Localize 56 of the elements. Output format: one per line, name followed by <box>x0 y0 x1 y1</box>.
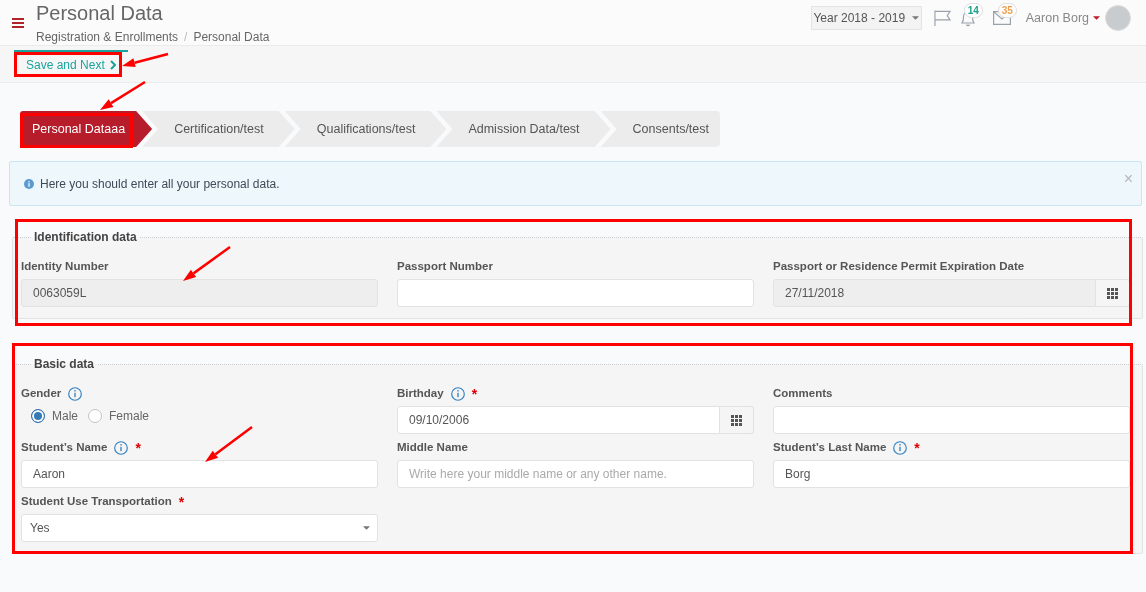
avatar-placeholder[interactable] <box>1105 5 1131 31</box>
field-label: Middle Name <box>397 440 468 456</box>
wizard-step[interactable]: Consents/test <box>600 111 721 147</box>
date-input[interactable]: 09/10/2006 <box>397 406 720 434</box>
flag-icon[interactable] <box>933 10 951 26</box>
calendar-button[interactable] <box>1096 279 1130 307</box>
calendar-icon <box>1107 287 1118 299</box>
message-badge: 35 <box>997 3 1017 18</box>
calendar-button[interactable] <box>720 406 754 434</box>
text-input[interactable]: Aaron <box>21 460 378 488</box>
field-label: Identity Number <box>21 259 109 275</box>
field-label: Comments <box>773 386 833 402</box>
field-label: Passport Number <box>397 259 493 275</box>
required-mark: * <box>178 495 185 509</box>
radio-button[interactable] <box>88 409 102 423</box>
pointer-arrow <box>205 426 253 462</box>
year-dropdown[interactable]: Year 2018 - 2019 <box>810 6 922 30</box>
wizard-step[interactable]: Certification/test <box>142 111 295 147</box>
required-mark: * <box>471 387 478 401</box>
section-legend: Basic data <box>31 355 98 373</box>
field-label: Gender <box>21 386 62 402</box>
field-label: Student’s Name <box>21 440 108 456</box>
wizard-step[interactable]: Admission Data/test <box>436 111 611 147</box>
field-label: Passport or Residence Permit Expiration Date <box>773 259 1025 275</box>
field-label: Birthday <box>397 386 444 402</box>
field-label: Student Use Transportation <box>21 494 172 510</box>
text-input[interactable] <box>397 279 754 307</box>
user-menu[interactable]: Aaron Borg <box>1025 8 1100 28</box>
text-input[interactable]: Write here your middle name or any other name. <box>397 460 754 488</box>
alert-message: Here you should enter all your personal data. <box>40 175 280 193</box>
calendar-icon <box>731 414 742 426</box>
wizard-step[interactable]: Qualifications/test <box>284 111 447 147</box>
select-field[interactable]: Yes <box>21 514 378 542</box>
text-input[interactable]: Borg <box>773 460 1130 488</box>
radio-button[interactable] <box>31 409 45 423</box>
required-mark: * <box>135 441 141 455</box>
pointer-arrow <box>183 246 231 281</box>
caret-icon <box>912 16 920 20</box>
notification-badge: 14 <box>963 2 983 18</box>
chevron-right-icon <box>109 59 116 70</box>
radio-label: Male <box>52 408 78 425</box>
text-input[interactable] <box>773 406 1130 434</box>
breadcrumb-link[interactable]: Personal Data <box>193 28 270 46</box>
page-title: Personal Data <box>36 2 164 25</box>
caret-icon <box>1093 16 1100 20</box>
info-icon <box>24 178 34 189</box>
breadcrumb-separator: / <box>184 29 188 46</box>
radio-label: Female <box>109 408 150 425</box>
field-label: Student’s Last Name <box>773 440 887 456</box>
pointer-arrow <box>100 80 146 110</box>
required-mark: * <box>914 441 920 455</box>
breadcrumb-link[interactable]: Registration & Enrollments <box>36 28 179 46</box>
menu-icon[interactable] <box>12 18 24 28</box>
caret-icon <box>363 526 370 530</box>
pointer-arrow <box>122 52 169 68</box>
section-legend: Identification data <box>31 228 140 246</box>
